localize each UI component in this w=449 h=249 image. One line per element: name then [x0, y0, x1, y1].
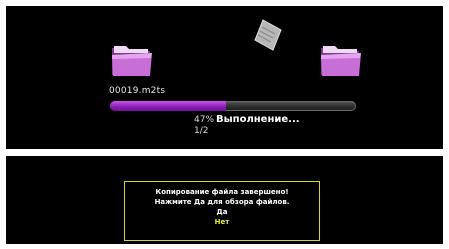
dialog-message-line1: Копирование файла завершено!	[155, 188, 289, 196]
document-icon	[254, 19, 282, 51]
copy-complete-dialog: Копирование файла завершено! Нажмите Да …	[124, 181, 320, 241]
dialog-message-line2: Нажмите Да для обзора файлов.	[154, 198, 290, 206]
yes-option[interactable]: Да	[125, 207, 319, 217]
no-option[interactable]: Нет	[125, 217, 319, 227]
progress-percent: 47%	[194, 115, 215, 125]
copy-complete-screen: Копирование файла завершено! Нажмите Да …	[6, 156, 443, 244]
progress-status: Выполнение...	[216, 114, 300, 125]
file-counter: 1/2	[194, 126, 209, 136]
copy-progress-bar	[110, 101, 356, 111]
current-filename: 00019.m2ts	[109, 86, 166, 96]
copy-progress-screen: 00019.m2ts 47% Выполнение... 1/2	[6, 6, 443, 149]
copy-progress-fill	[110, 101, 226, 111]
destination-folder-icon	[321, 46, 361, 76]
source-folder-icon	[112, 46, 152, 76]
